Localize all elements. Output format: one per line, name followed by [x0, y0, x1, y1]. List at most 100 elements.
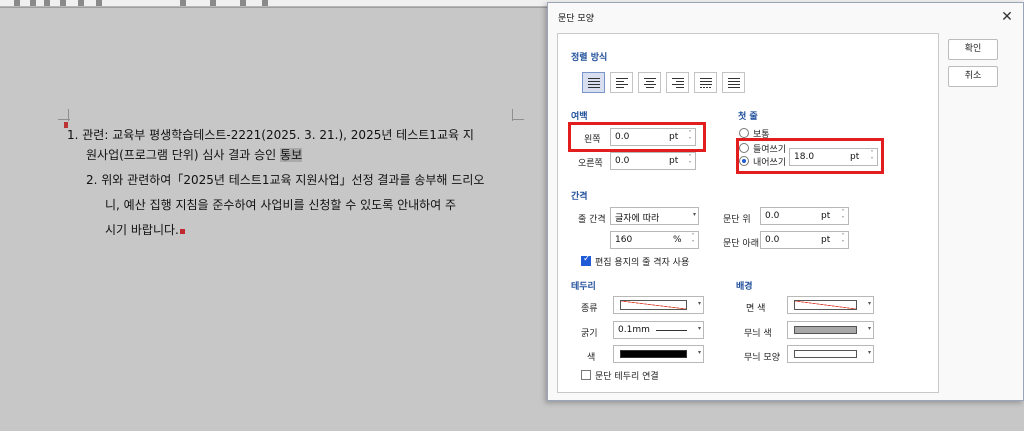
spacing-below-input[interactable]: 0.0 pt ˄ ˅: [760, 231, 849, 249]
first-line-normal-label: 보통: [753, 130, 770, 140]
line-spacing-value: 160: [615, 235, 633, 245]
border-connect-checkbox-label: 문단 테두리 연결: [595, 372, 659, 382]
first-line-indent-radio[interactable]: [739, 143, 749, 153]
chevron-down-icon: ▾: [692, 211, 696, 218]
align-left-button[interactable]: [610, 72, 633, 93]
spacing-above-input[interactable]: 0.0 pt ˄ ˅: [760, 207, 849, 225]
align-justify-button[interactable]: [582, 72, 605, 93]
align-right-button[interactable]: [666, 72, 689, 93]
black-color-swatch-icon: [620, 350, 687, 358]
background-section-title: 배경: [736, 282, 753, 292]
border-color-select[interactable]: ▾: [613, 345, 704, 363]
align-center-button[interactable]: [638, 72, 661, 93]
border-thickness-label: 굵기: [581, 329, 598, 339]
first-line-hanging-label: 내어쓰기: [753, 158, 787, 168]
spinner-arrows-icon[interactable]: ˄ ˅: [686, 154, 694, 168]
spacing-below-value: 0.0: [765, 235, 780, 245]
line-sample-icon: [656, 330, 687, 331]
unit-label: pt: [850, 152, 860, 162]
margin-right-input[interactable]: 0.0 pt ˄ ˅: [610, 152, 696, 170]
toolbar-icon[interactable]: [180, 0, 186, 6]
dialog-panel: 정렬 방식 여백 왼쪽 0.0 pt ˄ ˅ 오른쪽 0.0 pt ˄ ˅ 첫 …: [557, 33, 939, 393]
dialog-title: 문단 모양: [558, 14, 594, 24]
doc-text[interactable]: 시기 바랍니다.: [105, 223, 179, 237]
spinner-arrows-icon[interactable]: ˄ ˅: [686, 130, 694, 144]
doc-line[interactable]: 1. 관련: 교육부 평생학습테스트-2221(2025. 3. 21.), 2…: [67, 126, 474, 143]
no-color-swatch-icon: [794, 300, 857, 310]
corner-mark: [68, 109, 69, 121]
alignment-section-title: 정렬 방식: [571, 53, 608, 63]
chevron-down-icon: ▾: [867, 349, 871, 356]
unit-label: pt: [669, 156, 679, 166]
toolbar-icon[interactable]: [60, 0, 66, 6]
document-page[interactable]: 1. 관련: 교육부 평생학습테스트-2221(2025. 3. 21.), 2…: [8, 8, 568, 431]
spinner-arrows-icon[interactable]: ˄ ˅: [689, 233, 697, 247]
chevron-down-icon: ▾: [867, 300, 871, 307]
line-spacing-label: 줄 간격: [578, 215, 606, 225]
spacing-above-label: 문단 위: [723, 215, 751, 225]
spacing-below-label: 문단 아래: [723, 239, 759, 249]
cancel-button[interactable]: 취소: [948, 66, 998, 87]
spinner-arrows-icon[interactable]: ˄ ˅: [868, 150, 876, 164]
toolbar-icon[interactable]: [44, 0, 50, 6]
toolbar-icon[interactable]: [30, 0, 36, 6]
toolbar-icon[interactable]: [78, 0, 84, 6]
first-line-hanging-radio[interactable]: [739, 156, 749, 166]
first-line-normal-radio[interactable]: [739, 128, 749, 138]
line-spacing-mode-select[interactable]: 글자에 따라 ▾: [610, 207, 699, 225]
close-icon[interactable]: ✕: [998, 8, 1016, 26]
toolbar-icon[interactable]: [210, 0, 216, 6]
border-thickness-value: 0.1mm: [618, 325, 650, 335]
paragraph-shape-dialog: 문단 모양 ✕ 확인 취소 정렬 방식 여백 왼쪽 0.0 pt ˄ ˅ 오른쪽…: [547, 2, 1024, 401]
spinner-arrows-icon[interactable]: ˄ ˅: [839, 209, 847, 223]
selected-text[interactable]: 통보: [280, 148, 303, 162]
margin-right-value: 0.0: [615, 156, 630, 166]
doc-line[interactable]: 2. 위와 관련하여「2025년 테스트1교육 지원사업」선정 결과를 송부해 …: [86, 171, 484, 188]
chevron-down-icon: ▾: [867, 325, 871, 332]
corner-mark: [512, 109, 513, 121]
face-color-select[interactable]: ▾: [787, 296, 874, 314]
doc-line[interactable]: 니, 예산 집행 지침을 준수하여 사업비를 신청할 수 있도록 안내하여 주: [105, 196, 456, 213]
border-type-label: 종류: [581, 304, 598, 314]
first-line-value-input[interactable]: 18.0 pt ˄ ˅: [789, 148, 878, 166]
unit-label: pt: [669, 132, 679, 142]
doc-line[interactable]: 시기 바랍니다.: [105, 221, 185, 238]
corner-mark: [512, 119, 524, 120]
doc-text[interactable]: 원사업(프로그램 단위) 심사 결과 승인: [86, 148, 280, 162]
border-type-select[interactable]: ▾: [613, 296, 704, 314]
toolbar-icon[interactable]: [14, 0, 20, 6]
margin-left-value: 0.0: [615, 132, 630, 142]
face-color-label: 면 색: [746, 304, 766, 314]
align-distribute-button[interactable]: [694, 72, 717, 93]
spacing-section-title: 간격: [571, 192, 588, 202]
pattern-color-select[interactable]: ▾: [787, 321, 874, 339]
first-line-value: 18.0: [794, 152, 815, 162]
unit-label: %: [673, 235, 682, 245]
pattern-color-label: 무늬 색: [744, 329, 772, 339]
line-grid-checkbox[interactable]: [581, 254, 591, 266]
toolbar-icon[interactable]: [96, 0, 102, 6]
line-spacing-value-input[interactable]: 160 % ˄ ˅: [610, 231, 699, 249]
align-divide-button[interactable]: [722, 72, 745, 93]
unit-label: pt: [821, 235, 831, 245]
toolbar-icon[interactable]: [262, 0, 268, 6]
gray-color-swatch-icon: [794, 326, 857, 334]
ok-button[interactable]: 확인: [948, 39, 998, 60]
pattern-shape-select[interactable]: ▾: [787, 345, 874, 363]
unit-label: pt: [821, 211, 831, 221]
margin-left-input[interactable]: 0.0 pt ˄ ˅: [610, 128, 696, 146]
line-spacing-mode-value: 글자에 따라: [615, 214, 660, 224]
pattern-shape-label: 무늬 모양: [744, 353, 780, 363]
margin-right-label: 오른쪽: [578, 159, 603, 169]
border-color-label: 색: [587, 353, 596, 363]
border-thickness-select[interactable]: 0.1mm ▾: [613, 321, 704, 339]
toolbar-icon[interactable]: [240, 0, 246, 6]
margin-section-title: 여백: [571, 112, 588, 122]
spacing-above-value: 0.0: [765, 211, 780, 221]
paragraph-end-icon: [179, 229, 185, 234]
pattern-none-swatch-icon: [794, 350, 857, 358]
doc-line[interactable]: 원사업(프로그램 단위) 심사 결과 승인 통보: [86, 146, 303, 163]
spinner-arrows-icon[interactable]: ˄ ˅: [839, 233, 847, 247]
first-line-indent-label: 들여쓰기: [753, 145, 787, 155]
border-connect-checkbox[interactable]: [581, 370, 591, 380]
